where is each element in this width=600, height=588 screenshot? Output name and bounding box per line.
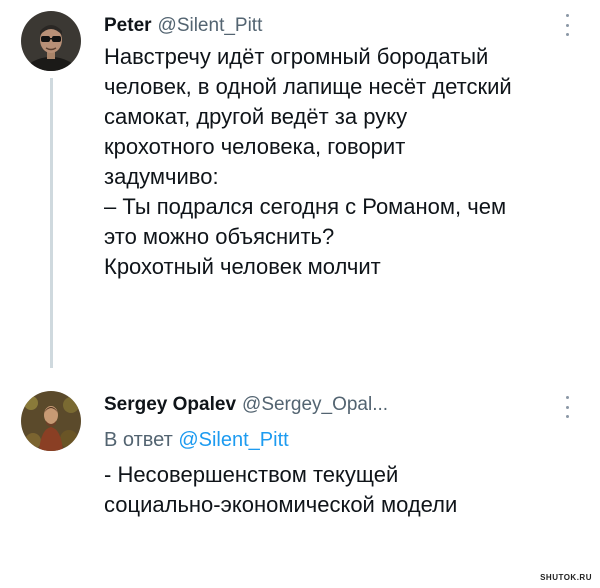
tweet-header: Peter @Silent_Pitt bbox=[104, 15, 262, 37]
tweet-text-line: социально-экономической модели bbox=[104, 492, 458, 517]
tweet-text-line: – Ты подрался сегодня с Романом, чем bbox=[104, 194, 507, 219]
author-handle[interactable]: @Silent_Pitt bbox=[158, 15, 263, 36]
tweet-text-line: человек, в одной лапище несёт детский bbox=[104, 74, 512, 99]
thread-connector-line bbox=[50, 78, 53, 368]
tweet-text-line: это можно объяснить? bbox=[104, 224, 335, 249]
avatar-sergey-icon bbox=[21, 391, 81, 451]
tweet-text-line: крохотного человека, говорит bbox=[104, 134, 406, 159]
reply-to-line: В ответ @Silent_Pitt bbox=[104, 428, 289, 452]
tweet-peter: Peter @Silent_Pitt Навстречу идёт огромны… bbox=[0, 0, 600, 368]
tweet-sergey: Sergey Opalev @Sergey_Opal... В ответ @Si… bbox=[0, 370, 600, 540]
tweet-header: Sergey Opalev @Sergey_Opal... bbox=[104, 394, 388, 416]
more-options-icon[interactable] bbox=[564, 396, 570, 418]
more-options-icon[interactable] bbox=[564, 14, 570, 36]
avatar-sergey[interactable] bbox=[21, 391, 81, 451]
avatar-peter[interactable] bbox=[21, 11, 81, 71]
avatar-peter-icon bbox=[21, 11, 81, 71]
author-name[interactable]: Sergey Opalev bbox=[104, 394, 236, 415]
tweet-text-line: Навстречу идёт огромный бородатый bbox=[104, 44, 489, 69]
tweet-text: Навстречу идёт огромный бородатый челове… bbox=[104, 42, 584, 282]
tweet-text-line: задумчиво: bbox=[104, 164, 219, 189]
watermark: SHUTOK.RU bbox=[540, 573, 592, 582]
reply-to-label: В ответ bbox=[104, 429, 173, 451]
reply-to-mention[interactable]: @Silent_Pitt bbox=[178, 429, 288, 451]
tweet-text-line: самокат, другой ведёт за руку bbox=[104, 104, 408, 129]
tweet-text-line: - Несовершенством текущей bbox=[104, 462, 399, 487]
tweet-text-line: Крохотный человек молчит bbox=[104, 254, 381, 279]
author-handle[interactable]: @Sergey_Opal... bbox=[242, 394, 388, 415]
author-name[interactable]: Peter bbox=[104, 15, 152, 36]
tweet-text: - Несовершенством текущей социально-экон… bbox=[104, 460, 584, 520]
